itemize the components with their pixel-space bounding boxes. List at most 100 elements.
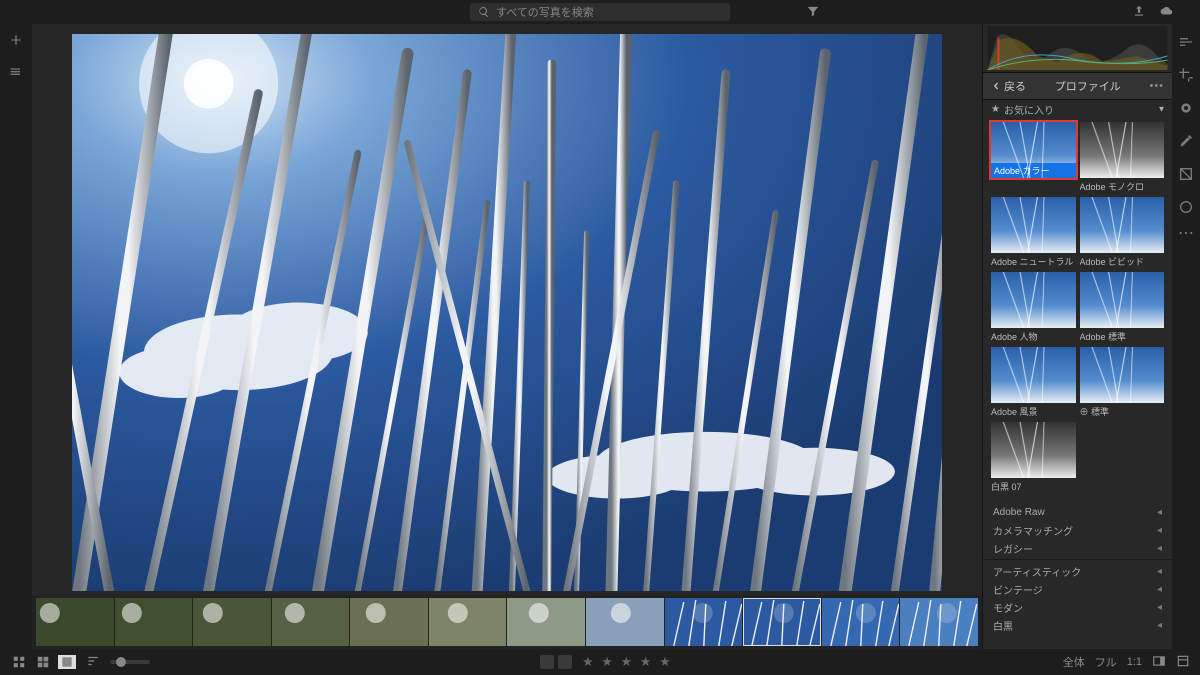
profile-caption: Adobe ビビッド xyxy=(1080,255,1165,268)
info-toggle-button[interactable] xyxy=(1176,654,1190,671)
filmstrip-thumb[interactable] xyxy=(665,598,743,646)
chevron-left-icon: ◂ xyxy=(1157,543,1162,554)
category-label: アーティスティック xyxy=(993,564,1081,579)
profile-thumb xyxy=(991,347,1076,403)
profile-thumb: Adobe カラー xyxy=(991,122,1076,178)
histogram[interactable] xyxy=(983,24,1172,72)
panel-menu-button[interactable]: ••• xyxy=(1149,80,1164,92)
grid-view-small-button[interactable] xyxy=(10,655,28,669)
grid-small-icon xyxy=(12,655,26,669)
profile-thumb xyxy=(991,197,1076,253)
profile-thumb xyxy=(991,272,1076,328)
profile-item[interactable]: Adobe カラー xyxy=(991,122,1076,193)
library-button[interactable] xyxy=(8,65,24,84)
cloud-icon xyxy=(1160,4,1174,18)
category-label: ビンテージ xyxy=(993,582,1043,597)
gradient-icon xyxy=(1178,166,1194,182)
category-item[interactable]: カメラマッチング◂ xyxy=(983,521,1172,539)
filmstrip[interactable] xyxy=(32,595,982,649)
zoom-full-button[interactable]: フル xyxy=(1095,654,1117,670)
sort-icon xyxy=(86,654,100,668)
filmstrip-thumb[interactable] xyxy=(350,598,428,646)
filmstrip-thumb[interactable] xyxy=(900,598,978,646)
grid-large-icon xyxy=(36,655,50,669)
profile-item[interactable]: Adobe 標準 xyxy=(1080,272,1165,343)
star-icon: ★ xyxy=(991,104,1000,115)
chevron-left-icon: ◂ xyxy=(1157,525,1162,536)
profile-item[interactable]: Adobe 風景 xyxy=(991,347,1076,418)
category-item[interactable]: 白黒◂ xyxy=(983,616,1172,634)
flag-pick-icon[interactable] xyxy=(540,655,554,669)
linear-gradient-button[interactable] xyxy=(1178,166,1194,185)
category-label: レガシー xyxy=(993,541,1033,556)
grid-view-large-button[interactable] xyxy=(34,655,52,669)
category-item[interactable]: アーティスティック◂ xyxy=(983,562,1172,580)
more-tools-button[interactable]: ⋯ xyxy=(1178,232,1194,236)
filter-button[interactable] xyxy=(806,4,820,21)
left-toolstrip xyxy=(0,24,32,649)
sort-button[interactable] xyxy=(86,654,100,671)
plus-icon xyxy=(8,32,24,48)
edit-sliders-button[interactable] xyxy=(1178,34,1194,53)
detail-view-button[interactable] xyxy=(58,655,76,669)
category-item[interactable]: レガシー ◂ xyxy=(983,539,1172,557)
profile-item[interactable]: Adobe ニュートラル xyxy=(991,197,1076,268)
brush-button[interactable] xyxy=(1178,133,1194,152)
favorites-section-header[interactable]: ★ お気に入り ▾ xyxy=(983,100,1172,118)
radial-icon xyxy=(1178,199,1194,215)
profile-item[interactable]: Adobe ビビッド xyxy=(1080,197,1165,268)
filmstrip-thumb[interactable] xyxy=(272,598,350,646)
canvas-wrap xyxy=(32,24,982,649)
share-button[interactable] xyxy=(1132,4,1146,21)
zoom-fit-button[interactable]: 全体 xyxy=(1063,654,1085,670)
filmstrip-thumb[interactable] xyxy=(507,598,585,646)
profile-item[interactable]: Adobe 人物 xyxy=(991,272,1076,343)
filmstrip-thumb[interactable] xyxy=(586,598,664,646)
category-label: モダン xyxy=(993,600,1023,615)
search-placeholder: すべての写真を検索 xyxy=(496,4,594,20)
profile-thumb xyxy=(1080,122,1165,178)
healing-button[interactable] xyxy=(1178,100,1194,119)
image-viewer[interactable] xyxy=(32,24,982,595)
filmstrip-thumb[interactable] xyxy=(193,598,271,646)
funnel-icon xyxy=(806,4,820,18)
crop-button[interactable] xyxy=(1178,67,1194,86)
profile-thumb xyxy=(1080,272,1165,328)
info-icon xyxy=(1176,654,1190,668)
profile-caption: Adobe 標準 xyxy=(1080,330,1165,343)
filmstrip-thumb[interactable] xyxy=(743,598,821,646)
radial-gradient-button[interactable] xyxy=(1178,199,1194,218)
zoom-1to1-button[interactable]: 1:1 xyxy=(1127,656,1142,668)
profile-thumb xyxy=(991,422,1076,478)
filmstrip-thumb[interactable] xyxy=(822,598,900,646)
filmstrip-thumb[interactable] xyxy=(36,598,114,646)
category-item[interactable]: モダン◂ xyxy=(983,598,1172,616)
profile-thumb xyxy=(1080,197,1165,253)
back-button[interactable]: 戻る xyxy=(991,78,1026,94)
profile-item[interactable]: ⊕ 標準 xyxy=(1080,347,1165,418)
search-input[interactable]: すべての写真を検索 xyxy=(470,3,730,21)
filmstrip-thumb[interactable] xyxy=(115,598,193,646)
profile-selected-label: Adobe カラー xyxy=(991,163,1076,178)
profile-grid: Adobe カラー Adobe モノクロ Adobe ニュートラル Adobe ビビッ… xyxy=(983,118,1172,497)
thumbnail-size-slider[interactable] xyxy=(110,660,150,664)
crop-icon xyxy=(1178,67,1194,83)
profile-item[interactable]: 白黒 07 xyxy=(991,422,1076,493)
profile-item[interactable]: Adobe モノクロ xyxy=(1080,122,1165,193)
view-mode-buttons xyxy=(10,655,76,669)
profile-thumb xyxy=(1080,347,1165,403)
chevron-down-icon: ▾ xyxy=(1159,104,1164,115)
category-item[interactable]: ビンテージ◂ xyxy=(983,580,1172,598)
rating-stars[interactable]: ★ ★ ★ ★ ★ xyxy=(582,654,673,670)
main-photo xyxy=(72,34,942,591)
category-item[interactable]: Adobe Raw◂ xyxy=(983,503,1172,521)
profile-caption: Adobe ニュートラル xyxy=(991,255,1076,268)
flag-reject-icon[interactable] xyxy=(558,655,572,669)
filmstrip-thumb[interactable] xyxy=(429,598,507,646)
sliders-icon xyxy=(1178,34,1194,50)
cloud-status[interactable] xyxy=(1160,4,1174,21)
flag-buttons[interactable] xyxy=(540,655,572,669)
profile-caption: 白黒 07 xyxy=(991,480,1076,493)
add-photos-button[interactable] xyxy=(8,32,24,51)
zoom-panel-button[interactable] xyxy=(1152,654,1166,671)
